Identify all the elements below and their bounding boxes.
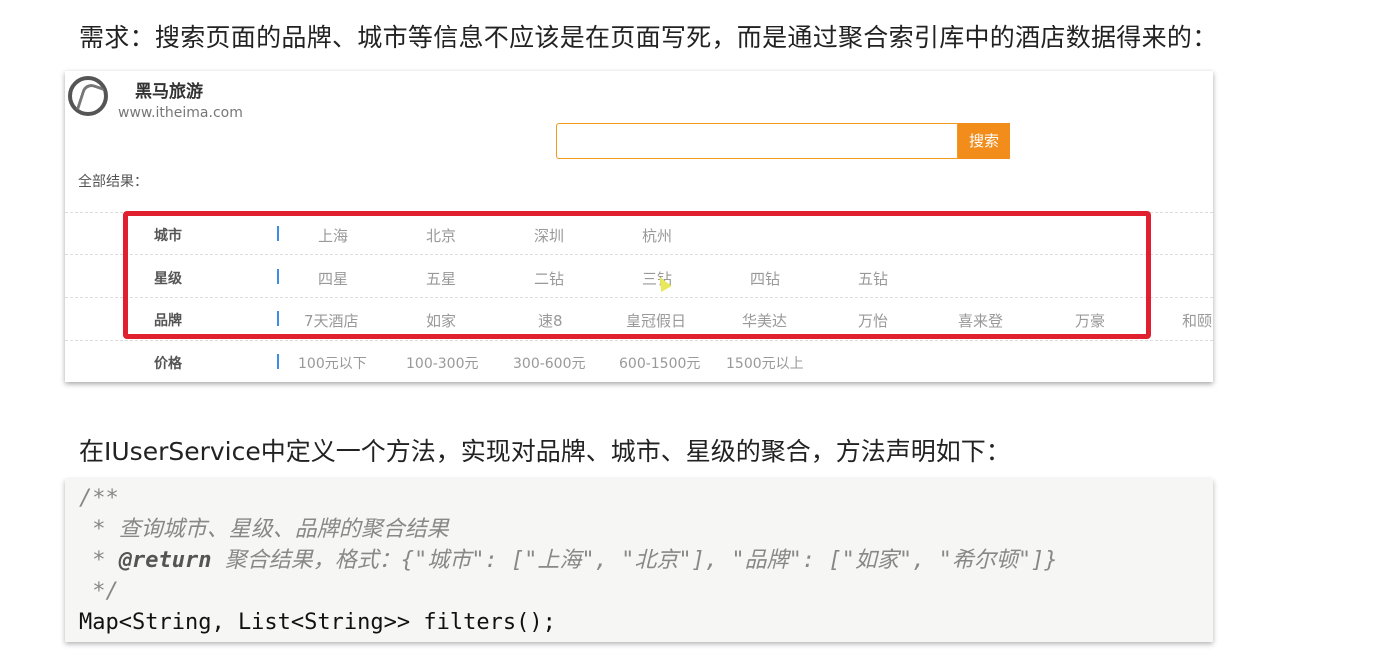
- horse-logo-icon: [68, 76, 108, 116]
- requirement-text: 需求：搜索页面的品牌、城市等信息不应该是在页面写死，而是通过聚合索引库中的酒店数…: [79, 23, 1218, 52]
- filter-row-price: 价格 100元以下 100-300元 300-600元 600-1500元 15…: [65, 342, 1213, 382]
- brand-name: 黑马旅游: [135, 82, 203, 102]
- divider: [65, 340, 1213, 341]
- filter-option[interactable]: 300-600元: [513, 353, 586, 373]
- all-results-label: 全部结果：: [78, 174, 148, 190]
- code-comment-open: /**: [79, 486, 119, 511]
- code-comment-return: * @return 聚合结果，格式：{"城市": ["上海", "北京"], "…: [79, 545, 1213, 576]
- filter-option[interactable]: 600-1500元: [619, 353, 700, 373]
- filter-label: 价格: [154, 356, 182, 372]
- brand-url: www.itheima.com: [118, 105, 243, 121]
- hotel-search-screenshot: 黑马旅游 www.itheima.com 搜索 全部结果： 城市 上海 北京 深…: [65, 71, 1213, 382]
- code-method-declaration: Map<String, List<String>> filters();: [79, 610, 556, 635]
- code-block: /** * 查询城市、星级、品牌的聚合结果 * @return 聚合结果，格式：…: [65, 479, 1213, 642]
- method-intro-text: 在IUserService中定义一个方法，实现对品牌、城市、星级的聚合，方法声明…: [79, 437, 1011, 466]
- code-comment-rest: 聚合结果，格式：{"城市": ["上海", "北京"], "品牌": ["如家"…: [211, 548, 1058, 573]
- search-input[interactable]: [556, 123, 958, 159]
- code-return-tag: @return: [118, 548, 212, 573]
- filter-divider: [277, 354, 279, 369]
- filter-option[interactable]: 1500元以上: [726, 353, 804, 373]
- highlight-box: [123, 211, 1151, 339]
- filter-option[interactable]: 100元以下: [298, 353, 367, 373]
- code-comment-line: * 查询城市、星级、品牌的聚合结果: [79, 517, 449, 542]
- filter-option[interactable]: 100-300元: [406, 353, 479, 373]
- search-button[interactable]: 搜索: [958, 123, 1010, 159]
- code-comment-close: */: [79, 579, 119, 604]
- code-comment-prefix: *: [79, 548, 119, 573]
- filter-option[interactable]: 和颐: [1182, 310, 1212, 331]
